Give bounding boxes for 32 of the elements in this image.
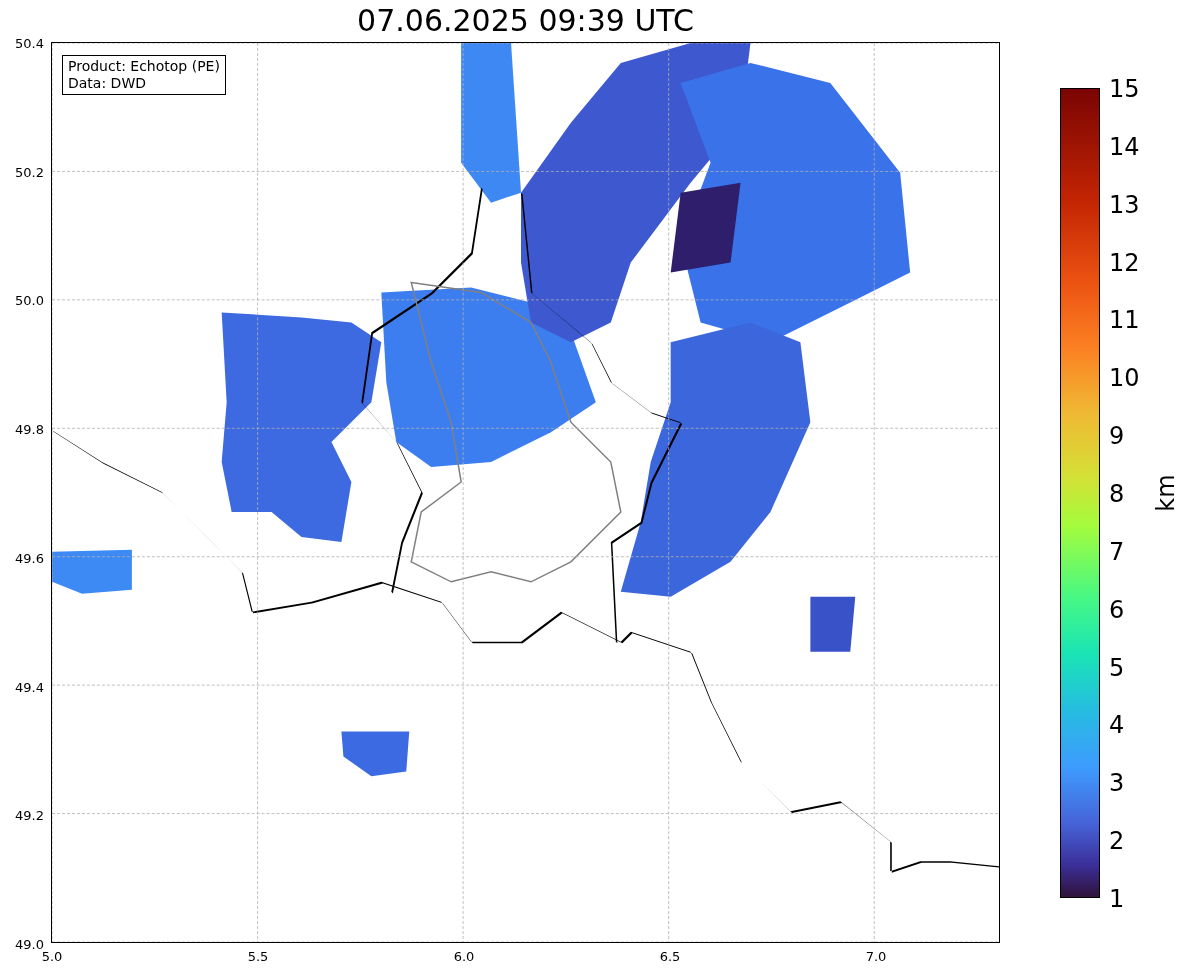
colorbar-tick-label: 7 (1109, 537, 1125, 566)
colorbar-tick-label: 14 (1109, 132, 1140, 161)
axis-tick-label: 49.0 (15, 936, 44, 952)
colorbar-tick-label: 12 (1109, 248, 1140, 277)
colorbar-tick-label: 1 (1109, 885, 1125, 913)
legend-text: Product: Echotop (PE) (68, 58, 220, 75)
axis-tick-label: 49.8 (15, 421, 44, 437)
chart-title: 07.06.2025 09:39 UTC (356, 2, 695, 40)
colorbar-tick-label: 2 (1109, 827, 1125, 856)
axis-tick-label: 7.0 (865, 949, 887, 964)
colorbar-tick-label: 10 (1109, 364, 1140, 393)
colorbar-label: km (1151, 474, 1178, 512)
axis-tick-label: 5.0 (41, 949, 63, 964)
colorbar-tick-label: 3 (1109, 769, 1125, 798)
axis-tick-label: 49.4 (15, 679, 44, 695)
colorbar-tick-label: 4 (1109, 711, 1125, 740)
axis-tick-label: 50.0 (15, 292, 44, 308)
axis-tick-label: 50.4 (15, 35, 44, 51)
legend-text: Data: DWD (68, 75, 147, 92)
colorbar-tick-label: 9 (1109, 422, 1125, 451)
axis-tick-label: 6.5 (659, 949, 681, 964)
axis-tick-label: 49.6 (15, 550, 44, 566)
axis-tick-label: 50.2 (15, 164, 44, 180)
axis-tick-label: 6.0 (453, 949, 475, 964)
colorbar-tick-label: 5 (1109, 653, 1125, 682)
axis-tick-label: 5.5 (247, 949, 269, 964)
colorbar-tick-label: 6 (1109, 595, 1125, 624)
colorbar-tick-label: 15 (1109, 75, 1140, 103)
colorbar-tick-label: 11 (1109, 306, 1140, 335)
colorbar-tick-label: 13 (1109, 190, 1140, 219)
axis-tick-label: 49.2 (15, 807, 44, 823)
colorbar-tick-label: 8 (1109, 480, 1125, 508)
